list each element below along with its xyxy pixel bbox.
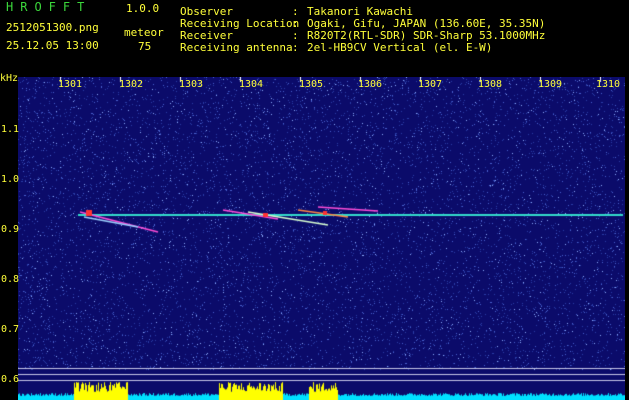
y-tick-label: 0.7 [1, 324, 20, 335]
x-tick-label: 1302 [119, 79, 144, 90]
x-tick-label: 1306 [358, 79, 383, 90]
app-version: 1.0.0 [126, 2, 160, 15]
header-panel: HROFFT 1.0.0 2512051300.png 25.12.05 13:… [0, 0, 629, 72]
y-tick-label: 0.9 [1, 224, 20, 235]
x-tick-label: 1305 [299, 79, 324, 90]
x-tick-label: 1308 [478, 79, 503, 90]
spectrogram [18, 77, 625, 400]
x-tick-label: 1301 [58, 79, 83, 90]
meteor-label: meteor [124, 26, 164, 39]
x-tick-label: 1310 [596, 79, 621, 90]
x-tick-label: 1307 [418, 79, 443, 90]
x-tick-label: 1309 [538, 79, 563, 90]
y-axis-unit: kHz [0, 73, 19, 84]
x-tick-label: 1304 [239, 79, 264, 90]
date-time: 25.12.05 13:00 [6, 39, 99, 52]
y-tick-label: 0.6 [1, 374, 20, 385]
y-tick-label: 1.0 [1, 174, 20, 185]
file-name: 2512051300.png [6, 21, 99, 34]
antenna-value: 2el-HB9CV Vertical (el. E-W) [307, 41, 493, 54]
x-tick-label: 1303 [179, 79, 204, 90]
meteor-count: 75 [138, 40, 152, 53]
antenna-label: Receiving antenna [180, 41, 293, 54]
app-logo: HROFFT [6, 0, 92, 14]
y-tick-label: 1.1 [1, 124, 20, 135]
antenna-sep: : [292, 41, 299, 54]
y-tick-label: 0.8 [1, 274, 20, 285]
